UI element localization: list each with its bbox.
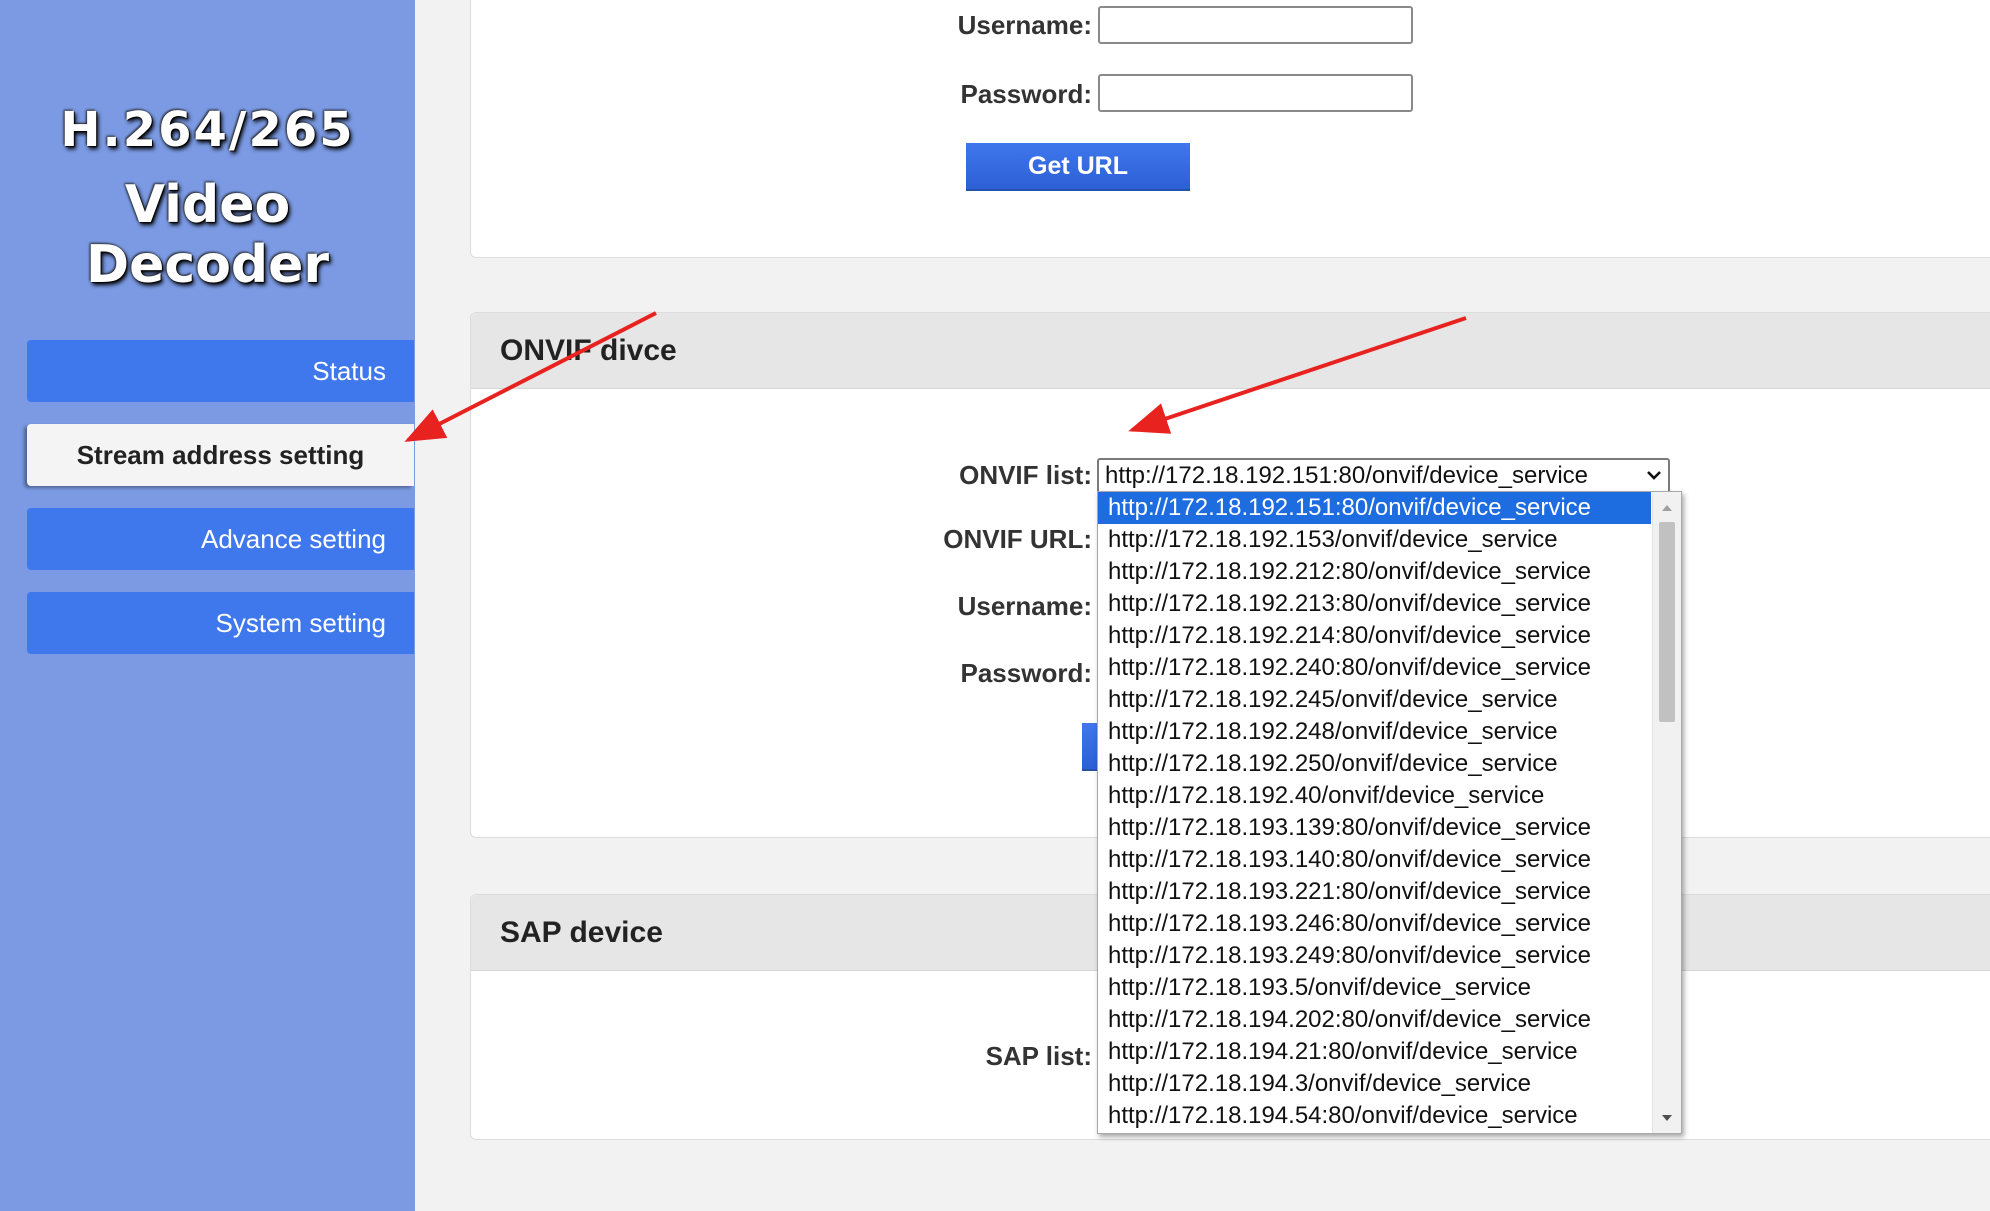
sap-list-label: SAP list: <box>985 1041 1092 1071</box>
password-label: Password: <box>960 79 1093 109</box>
dropdown-scrollbar[interactable] <box>1652 492 1681 1133</box>
sidebar-item-stream-address-setting[interactable]: Stream address setting <box>27 424 414 486</box>
chevron-down-icon <box>1647 471 1661 480</box>
onvif-list-option[interactable]: http://172.18.194.3/onvif/device_service <box>1098 1068 1651 1100</box>
onvif-select-value: http://172.18.192.151:80/onvif/device_se… <box>1105 462 1588 489</box>
onvif-list-option[interactable]: http://172.18.193.221:80/onvif/device_se… <box>1098 876 1651 908</box>
onvif-list-option[interactable]: http://172.18.193.5/onvif/device_service <box>1098 972 1651 1004</box>
onvif-password-label: Password: <box>960 658 1093 688</box>
onvif-list-option[interactable]: http://172.18.192.214:80/onvif/device_se… <box>1098 620 1651 652</box>
onvif-list-option[interactable]: http://172.18.192.250/onvif/device_servi… <box>1098 748 1651 780</box>
onvif-list-option[interactable]: http://172.18.192.153/onvif/device_servi… <box>1098 524 1651 556</box>
logo-title-line2: Video Decoder <box>85 175 330 295</box>
onvif-list-option[interactable]: http://172.18.192.245/onvif/device_servi… <box>1098 684 1651 716</box>
username-input[interactable] <box>1098 6 1413 44</box>
sidebar-item-system-setting[interactable]: System setting <box>27 592 414 654</box>
sidebar: H.264/265 Video Decoder Status Stream ad… <box>0 0 415 1211</box>
get-url-button[interactable]: Get URL <box>966 143 1190 191</box>
onvif-panel-title: ONVIF divce <box>471 313 1990 389</box>
onvif-list-select[interactable]: http://172.18.192.151:80/onvif/device_se… <box>1097 458 1670 494</box>
onvif-list-option[interactable]: http://172.18.194.21:80/onvif/device_ser… <box>1098 1036 1651 1068</box>
onvif-list-option[interactable]: http://172.18.192.151:80/onvif/device_se… <box>1098 492 1651 524</box>
logo-title-line1: H.264/265 <box>60 102 355 158</box>
onvif-list-option[interactable]: http://172.18.194.54:80/onvif/device_ser… <box>1098 1100 1651 1132</box>
onvif-list-option[interactable]: http://172.18.192.213:80/onvif/device_se… <box>1098 588 1651 620</box>
onvif-dropdown-list[interactable]: http://172.18.192.151:80/onvif/device_se… <box>1097 491 1682 1134</box>
onvif-list-label: ONVIF list: <box>959 460 1092 490</box>
scroll-thumb[interactable] <box>1659 522 1675 722</box>
scroll-down-icon[interactable] <box>1661 1113 1673 1123</box>
scroll-up-icon[interactable] <box>1661 502 1673 512</box>
username-label: Username: <box>957 10 1092 40</box>
onvif-username-label: Username: <box>957 591 1092 621</box>
onvif-list-option[interactable]: http://172.18.193.249:80/onvif/device_se… <box>1098 940 1651 972</box>
onvif-list-option[interactable]: http://172.18.193.140:80/onvif/device_se… <box>1098 844 1651 876</box>
onvif-list-option[interactable]: http://172.18.192.248/onvif/device_servi… <box>1098 716 1651 748</box>
onvif-list-option[interactable]: http://172.18.193.246:80/onvif/device_se… <box>1098 908 1651 940</box>
onvif-list-option[interactable]: http://172.18.193.139:80/onvif/device_se… <box>1098 812 1651 844</box>
onvif-list-option[interactable]: http://172.18.192.212:80/onvif/device_se… <box>1098 556 1651 588</box>
onvif-list-option[interactable]: http://172.18.194.202:80/onvif/device_se… <box>1098 1004 1651 1036</box>
sidebar-item-advance-setting[interactable]: Advance setting <box>27 508 414 570</box>
password-input[interactable] <box>1098 74 1413 112</box>
sidebar-item-status[interactable]: Status <box>27 340 414 402</box>
onvif-url-label: ONVIF URL: <box>943 524 1092 554</box>
onvif-list-option[interactable]: http://172.18.192.40/onvif/device_servic… <box>1098 780 1651 812</box>
onvif-list-option[interactable]: http://172.18.192.240:80/onvif/device_se… <box>1098 652 1651 684</box>
